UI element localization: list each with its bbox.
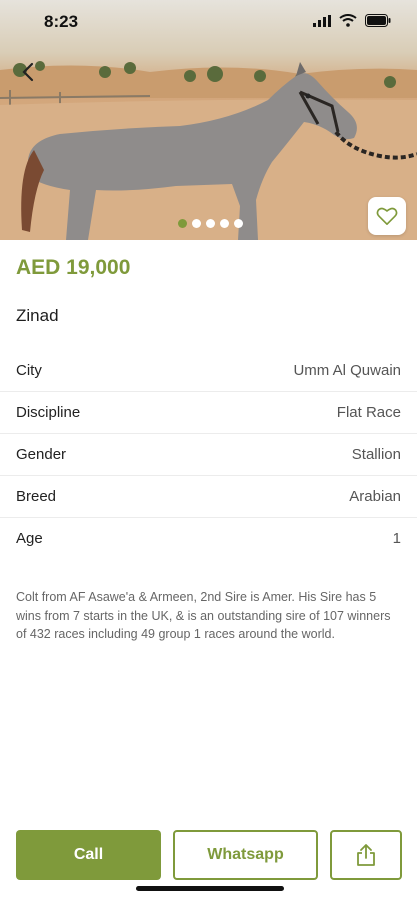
share-icon bbox=[357, 844, 375, 866]
spec-value: Umm Al Quwain bbox=[293, 362, 401, 379]
spec-value: Flat Race bbox=[336, 404, 401, 421]
call-button[interactable]: Call bbox=[16, 830, 161, 880]
specs-table: City Umm Al Quwain Discipline Flat Race … bbox=[0, 350, 417, 559]
whatsapp-button[interactable]: Whatsapp bbox=[173, 830, 318, 880]
spec-value: Arabian bbox=[349, 488, 401, 505]
wifi-icon bbox=[339, 14, 357, 27]
chevron-left-icon bbox=[22, 62, 34, 82]
pagination-dot[interactable] bbox=[220, 219, 229, 228]
pagination-dot[interactable] bbox=[234, 219, 243, 228]
spec-value: Stallion bbox=[351, 446, 401, 463]
pagination-dot[interactable] bbox=[206, 219, 215, 228]
listing-price: AED 19,000 bbox=[16, 256, 131, 279]
status-time: 8:23 bbox=[44, 12, 79, 31]
spec-row-city: City Umm Al Quwain bbox=[0, 350, 417, 392]
spec-label: Gender bbox=[16, 446, 67, 463]
spec-label: Discipline bbox=[16, 404, 81, 421]
battery-icon bbox=[365, 14, 391, 27]
spec-row-gender: Gender Stallion bbox=[0, 434, 417, 476]
share-button[interactable] bbox=[330, 830, 402, 880]
gallery-pagination bbox=[178, 219, 243, 228]
listing-name: Zinad bbox=[16, 306, 59, 325]
signal-icon bbox=[313, 14, 331, 27]
favorite-button[interactable] bbox=[368, 197, 406, 235]
status-icons bbox=[313, 14, 391, 27]
spec-label: City bbox=[16, 362, 42, 379]
listing-description: Colt from AF Asawe'a & Armeen, 2nd Sire … bbox=[16, 590, 391, 641]
pagination-dot[interactable] bbox=[192, 219, 201, 228]
home-indicator[interactable] bbox=[136, 886, 284, 891]
action-bar: Call Whatsapp bbox=[16, 830, 402, 880]
spec-row-breed: Breed Arabian bbox=[0, 476, 417, 518]
spec-row-discipline: Discipline Flat Race bbox=[0, 392, 417, 434]
pagination-dot[interactable] bbox=[178, 219, 187, 228]
spec-row-age: Age 1 bbox=[0, 518, 417, 559]
heart-icon bbox=[376, 207, 398, 225]
spec-label: Breed bbox=[16, 488, 57, 505]
back-button[interactable] bbox=[14, 58, 42, 86]
spec-value: 1 bbox=[392, 530, 401, 547]
photo-gallery[interactable]: 8:23 bbox=[0, 0, 417, 240]
status-bar: 8:23 bbox=[0, 0, 417, 46]
spec-label: Age bbox=[16, 530, 43, 547]
